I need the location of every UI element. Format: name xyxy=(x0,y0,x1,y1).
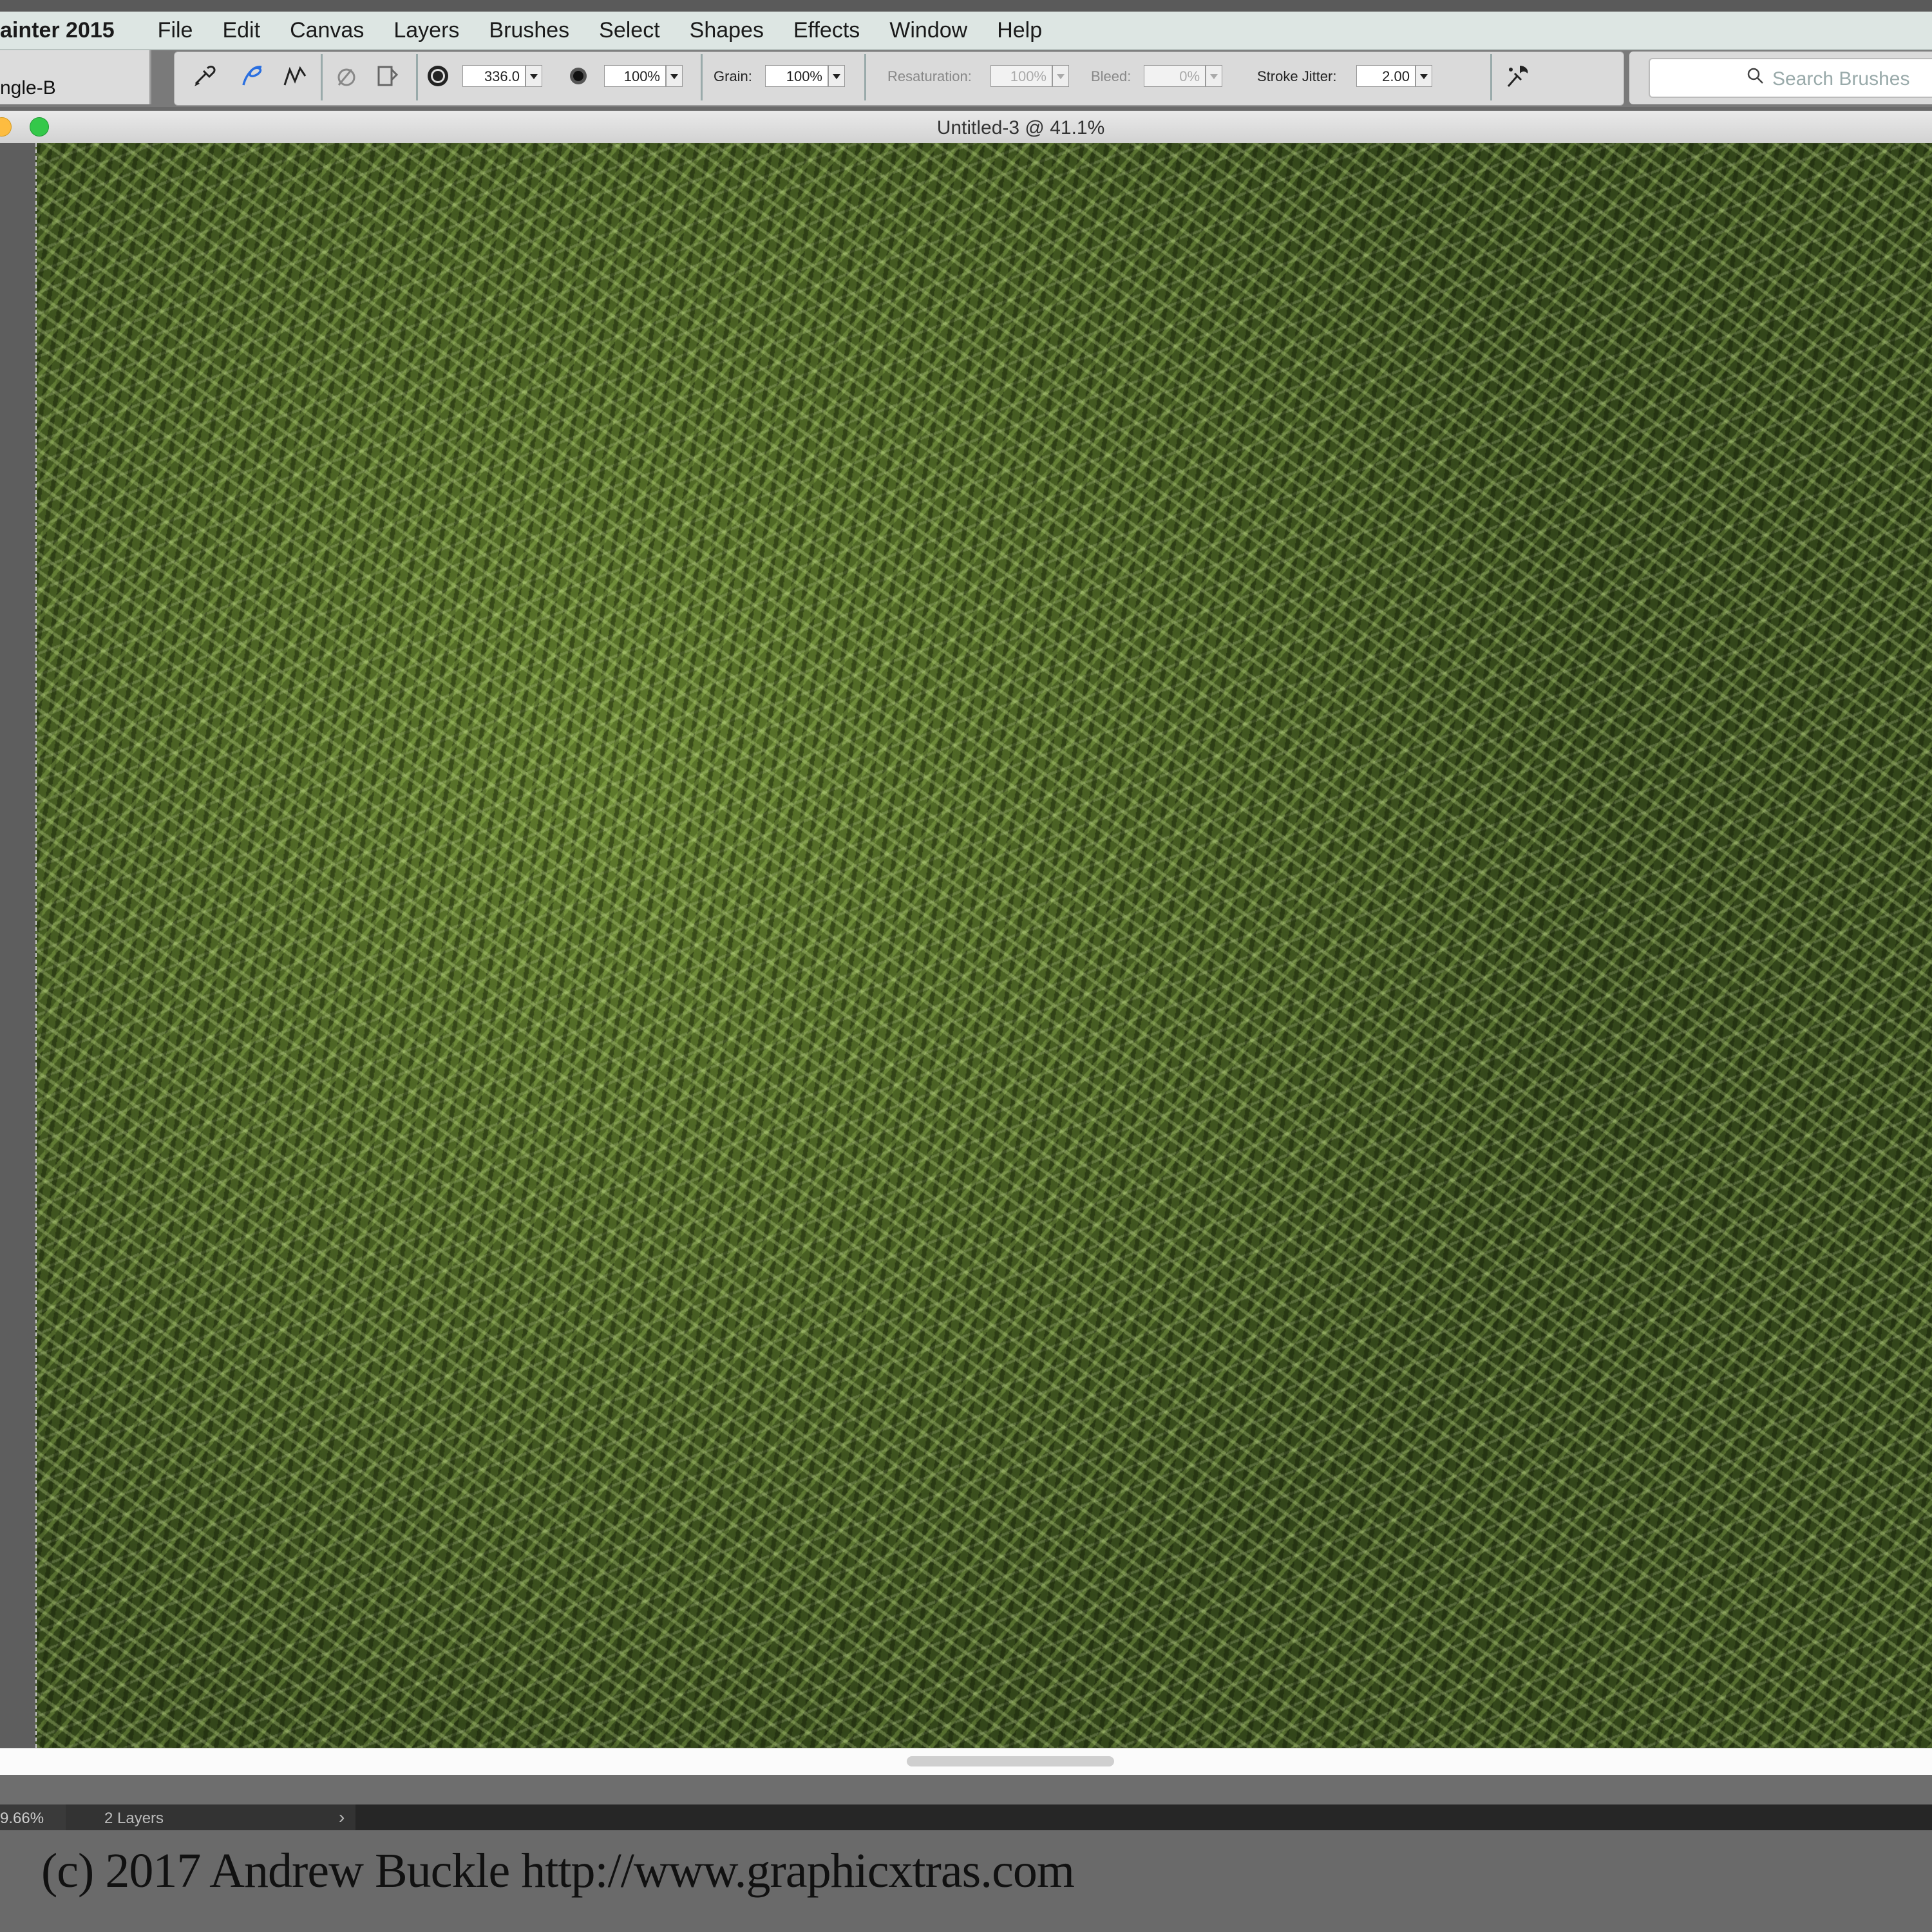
stroke-jitter-label: Stroke Jitter: xyxy=(1257,68,1337,84)
brush-tracking-icon[interactable] xyxy=(1503,62,1531,90)
separator xyxy=(1490,54,1492,100)
bleed-dropdown[interactable] xyxy=(1206,65,1222,87)
grain-field[interactable]: 100% xyxy=(765,65,828,87)
reset-tool-icon[interactable] xyxy=(332,62,361,90)
menu-brushes[interactable]: Brushes xyxy=(474,18,584,43)
straight-line-stroke-icon[interactable] xyxy=(281,62,309,90)
size-field[interactable]: 336.0 xyxy=(462,65,526,87)
menu-effects[interactable]: Effects xyxy=(779,18,875,43)
zoom-level: 9.66% xyxy=(0,1810,44,1827)
size-dropdown[interactable] xyxy=(526,65,542,87)
brush-selector[interactable]: ngle-B xyxy=(0,50,151,104)
brush-search-input[interactable]: Search Brushes xyxy=(1649,58,1932,98)
caption-area: (c) 2017 Andrew Buckle http://www.graphi… xyxy=(0,1830,1932,1932)
document-title: Untitled-3 @ 41.1% xyxy=(936,117,1105,138)
menu-shapes[interactable]: Shapes xyxy=(675,18,779,43)
freehand-stroke-icon[interactable] xyxy=(240,62,268,90)
search-icon xyxy=(1747,68,1763,84)
menu-select[interactable]: Select xyxy=(584,18,675,43)
drawing-canvas[interactable] xyxy=(35,143,1932,1748)
status-bar: 9.66% 2 Layers › xyxy=(0,1804,1932,1830)
zoom-level-box[interactable]: 9.66% xyxy=(0,1804,66,1830)
chevron-right-icon[interactable]: › xyxy=(339,1807,345,1828)
grain-label: Grain: xyxy=(714,68,752,84)
search-placeholder: Search Brushes xyxy=(1772,68,1910,90)
bleed-field[interactable]: 0% xyxy=(1144,65,1206,87)
copyright-caption: (c) 2017 Andrew Buckle http://www.graphi… xyxy=(41,1844,1075,1898)
window-gap xyxy=(0,1775,1932,1804)
brush-tool-icon[interactable] xyxy=(191,62,219,90)
menu-canvas[interactable]: Canvas xyxy=(275,18,379,43)
app-menu[interactable]: ainter 2015 xyxy=(0,18,143,43)
separator xyxy=(416,54,418,100)
top-strip xyxy=(0,0,1932,12)
menu-help[interactable]: Help xyxy=(982,18,1057,43)
resaturation-label: Resaturation: xyxy=(887,68,972,84)
menu-bar: ainter 2015 File Edit Canvas Layers Brus… xyxy=(0,12,1932,50)
menu-layers[interactable]: Layers xyxy=(379,18,474,43)
size-icon xyxy=(428,66,448,86)
dab-type-icon[interactable] xyxy=(374,62,402,90)
bleed-label: Bleed: xyxy=(1091,68,1132,84)
horizontal-scrollbar[interactable] xyxy=(0,1748,1932,1776)
zoom-window-button[interactable] xyxy=(30,117,49,137)
document-title-bar[interactable]: Untitled-3 @ 41.1% xyxy=(0,111,1932,144)
menu-window[interactable]: Window xyxy=(875,18,982,43)
layer-count: 2 Layers xyxy=(104,1810,164,1827)
opacity-icon xyxy=(570,68,587,84)
document-left-margin xyxy=(0,143,35,1752)
menu-file[interactable]: File xyxy=(143,18,208,43)
opacity-dropdown[interactable] xyxy=(666,65,683,87)
resaturation-dropdown[interactable] xyxy=(1052,65,1069,87)
brush-search-panel: Search Brushes xyxy=(1629,52,1932,104)
grain-dropdown[interactable] xyxy=(828,65,845,87)
stroke-jitter-dropdown[interactable] xyxy=(1416,65,1432,87)
stroke-jitter-field[interactable]: 2.00 xyxy=(1356,65,1416,87)
menu-edit[interactable]: Edit xyxy=(207,18,275,43)
separator xyxy=(864,54,866,100)
scroll-thumb[interactable] xyxy=(907,1756,1114,1766)
separator xyxy=(321,54,323,100)
opacity-field[interactable]: 100% xyxy=(604,65,666,87)
resaturation-field[interactable]: 100% xyxy=(990,65,1052,87)
separator xyxy=(701,54,703,100)
brush-variant-name: ngle-B xyxy=(0,77,56,99)
